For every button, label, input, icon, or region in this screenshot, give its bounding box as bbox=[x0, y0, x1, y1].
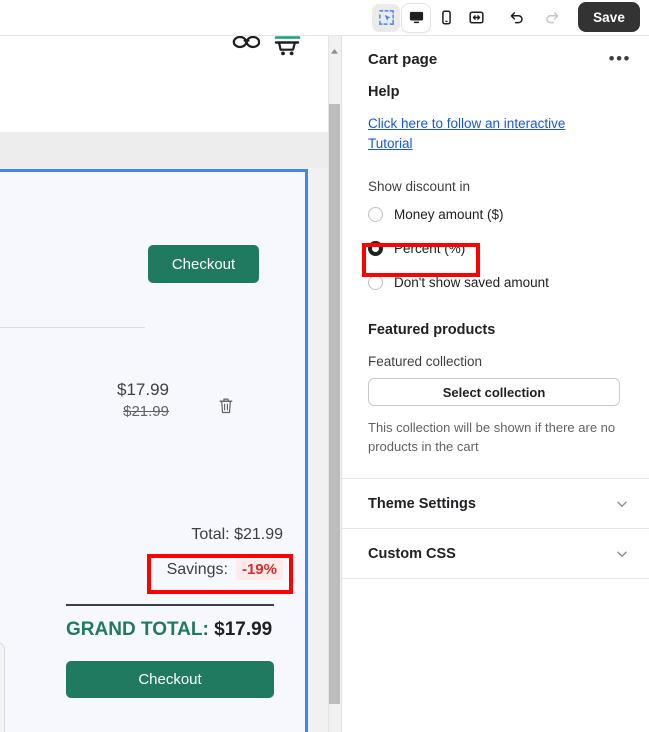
preview-section-gap bbox=[0, 132, 328, 168]
show-discount-label: Show discount in bbox=[368, 179, 471, 194]
savings-label: Savings: bbox=[166, 560, 228, 578]
item-price-original: $21.99 bbox=[123, 403, 169, 420]
radio-option-dont-show[interactable]: Don't show saved amount bbox=[342, 268, 649, 296]
featured-products-heading: Featured products bbox=[368, 322, 496, 338]
radio-icon-checked bbox=[368, 240, 383, 256]
select-tool-button[interactable] bbox=[372, 3, 400, 32]
radio-label-dont-show: Don't show saved amount bbox=[394, 274, 549, 290]
settings-sidebar: Cart page ••• Help Click here to follow … bbox=[341, 36, 649, 732]
shopping-cart-icon[interactable] bbox=[274, 36, 302, 67]
cursor-select-icon bbox=[378, 10, 394, 25]
radio-option-money-amount[interactable]: Money amount ($) bbox=[342, 200, 649, 228]
toolbar-left-spacer bbox=[0, 0, 364, 35]
redo-button[interactable] bbox=[539, 4, 565, 30]
cart-total-line: Total: $21.99 bbox=[191, 526, 283, 543]
trash-icon bbox=[219, 398, 233, 414]
save-button[interactable]: Save bbox=[578, 2, 640, 32]
store-header-area bbox=[0, 36, 328, 132]
grand-total-label: GRAND TOTAL: bbox=[66, 619, 209, 640]
fullwidth-icon bbox=[468, 11, 484, 24]
radio-label-percent: Percent (%) bbox=[394, 240, 466, 256]
radio-option-percent[interactable]: Percent (%) bbox=[342, 234, 649, 262]
radio-label-money-amount: Money amount ($) bbox=[394, 206, 504, 222]
grand-total-value: $17.99 bbox=[214, 619, 273, 640]
undo-icon bbox=[510, 11, 523, 23]
device-preview-group bbox=[372, 3, 490, 32]
radio-icon-unchecked bbox=[368, 206, 383, 222]
store-header-icons bbox=[232, 36, 302, 67]
floating-widget-partial[interactable] bbox=[0, 642, 5, 732]
accordion-custom-css[interactable]: Custom CSS bbox=[342, 528, 649, 578]
chevron-down-icon bbox=[617, 551, 627, 557]
remove-item-button[interactable] bbox=[216, 396, 236, 418]
checkout-button-top[interactable]: Checkout bbox=[148, 245, 259, 283]
desktop-view-button[interactable] bbox=[402, 3, 430, 32]
accordion-theme-settings[interactable]: Theme Settings bbox=[342, 478, 649, 528]
featured-collection-note: This collection will be shown if there a… bbox=[368, 420, 616, 454]
theme-preview-area: Checkout $17.99 $21.99 Total: $21.99 Sav… bbox=[0, 36, 338, 732]
grand-total-row: GRAND TOTAL: $17.99 bbox=[66, 617, 316, 643]
history-controls bbox=[503, 4, 565, 30]
accordion-bottom-divider bbox=[342, 578, 649, 579]
top-toolbar: Save bbox=[0, 0, 649, 36]
accordion-label-theme-settings: Theme Settings bbox=[368, 495, 476, 512]
scroll-up-arrow-icon[interactable] bbox=[329, 46, 340, 57]
desktop-icon bbox=[409, 11, 423, 24]
select-collection-button[interactable]: Select collection bbox=[368, 378, 620, 406]
grand-total-divider bbox=[66, 604, 274, 606]
redo-icon bbox=[545, 11, 558, 23]
mobile-icon bbox=[441, 10, 451, 25]
cart-totals: Total: $21.99 Savings: -19% bbox=[0, 524, 283, 580]
savings-value-badge: -19% bbox=[235, 559, 283, 580]
mobile-view-button[interactable] bbox=[432, 4, 460, 32]
item-price-current: $17.99 bbox=[117, 380, 169, 399]
featured-collection-label: Featured collection bbox=[368, 354, 483, 369]
undo-button[interactable] bbox=[503, 4, 529, 30]
accordion-label-custom-css: Custom CSS bbox=[368, 545, 456, 562]
sidebar-header: Cart page ••• bbox=[342, 36, 649, 68]
cart-item-price-block: $17.99 $21.99 bbox=[0, 379, 169, 422]
radio-icon-unchecked bbox=[368, 274, 383, 290]
cart-savings-row: Savings: -19% bbox=[167, 559, 283, 580]
glasses-icon[interactable] bbox=[232, 36, 261, 67]
page-title: Cart page bbox=[368, 50, 438, 68]
cart-section-selected[interactable]: Checkout $17.99 $21.99 Total: $21.99 Sav… bbox=[0, 169, 308, 732]
interactive-tutorial-link[interactable]: Click here to follow an interactive Tuto… bbox=[342, 100, 624, 154]
cart-item-divider bbox=[0, 327, 145, 328]
help-heading: Help bbox=[368, 84, 400, 100]
checkout-button-bottom[interactable]: Checkout bbox=[66, 661, 274, 698]
accordion-group: Theme Settings Custom CSS bbox=[342, 478, 649, 579]
fullwidth-view-button[interactable] bbox=[462, 4, 490, 32]
ellipsis-icon[interactable]: ••• bbox=[607, 50, 633, 68]
chevron-down-icon bbox=[617, 501, 627, 507]
preview-scrollbar-thumb[interactable] bbox=[329, 104, 340, 704]
